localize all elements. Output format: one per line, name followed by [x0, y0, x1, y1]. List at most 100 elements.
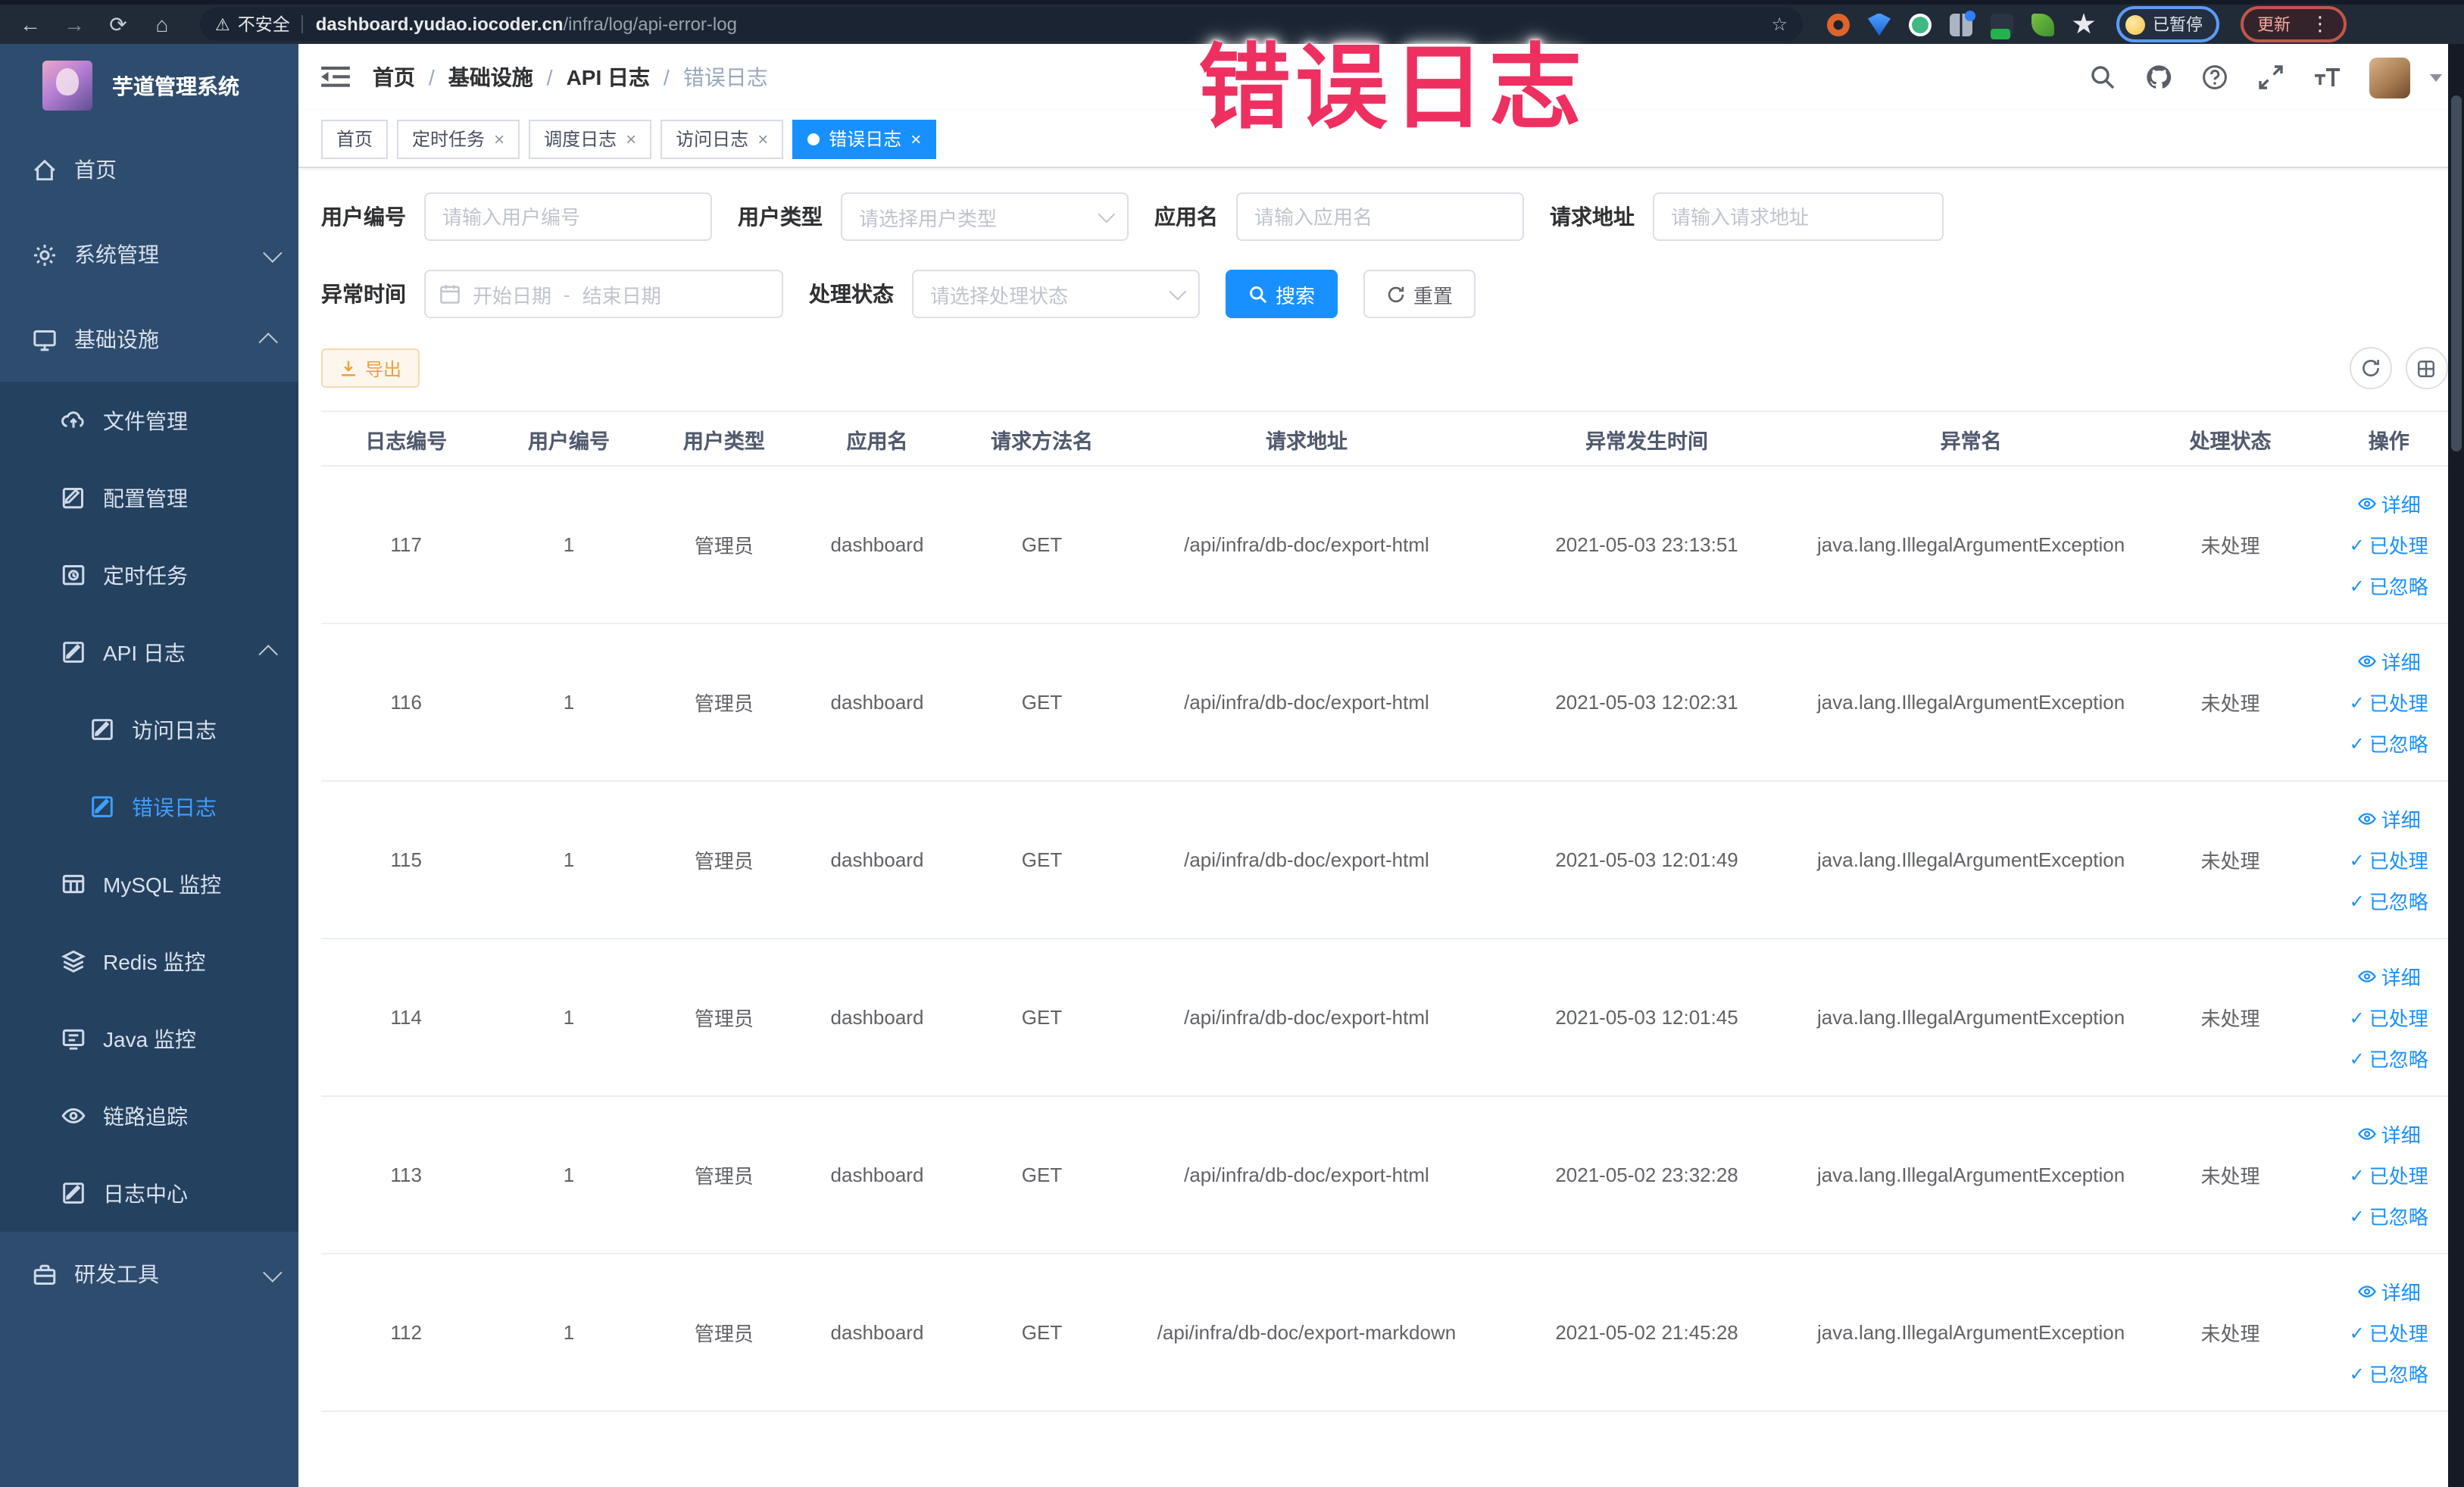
sidebar-item-trace[interactable]: 链路追踪	[0, 1077, 298, 1154]
sidebar-item-home[interactable]: 首页	[0, 127, 298, 212]
sidebar-item-scheduled-task[interactable]: 定时任务	[0, 536, 298, 614]
sidebar-item-access-log[interactable]: 访问日志	[0, 691, 298, 768]
sidebar-item-java-monitor[interactable]: Java 监控	[0, 1000, 298, 1077]
chevron-down-icon	[1098, 205, 1116, 223]
page-content: 用户编号 用户类型 请选择用户类型 应用名	[298, 168, 2464, 1487]
detail-link[interactable]: 详细	[2357, 1277, 2421, 1306]
tab-access-log[interactable]: 访问日志 ×	[661, 119, 784, 158]
eye-icon	[2357, 970, 2376, 982]
sidebar-item-config-mgmt[interactable]: 配置管理	[0, 459, 298, 536]
request-url-input[interactable]	[1653, 192, 1944, 241]
tab-error-log[interactable]: 错误日志 ×	[792, 119, 937, 158]
user-type-select[interactable]: 请选择用户类型	[841, 192, 1129, 241]
breadcrumb-api-log[interactable]: API 日志	[567, 62, 650, 92]
mark-processed-link[interactable]: ✓ 已处理	[2350, 845, 2428, 874]
sidebar-item-dev-tools[interactable]: 研发工具	[0, 1232, 298, 1317]
extension-icon-proxy-on[interactable]	[1991, 13, 2013, 39]
close-icon[interactable]: ×	[757, 130, 768, 148]
browser-home-button[interactable]: ⌂	[147, 12, 177, 36]
filter-app-name: 应用名	[1154, 192, 1524, 241]
mark-ignored-link[interactable]: ✓ 已忽略	[2350, 886, 2428, 915]
process-status-select[interactable]: 请选择处理状态	[912, 270, 1200, 318]
extension-icon-grid[interactable]	[1950, 10, 1975, 36]
extension-icon-leaf[interactable]	[2031, 13, 2054, 36]
browser-reload-button[interactable]: ⟳	[103, 11, 133, 37]
breadcrumb-infrastructure[interactable]: 基础设施	[448, 62, 533, 92]
avatar-caret-down-icon[interactable]	[2429, 73, 2441, 81]
close-icon[interactable]: ×	[494, 130, 504, 148]
table-refresh-button[interactable]	[2349, 347, 2391, 389]
layers-icon	[61, 950, 86, 973]
mark-processed-link[interactable]: ✓ 已处理	[2350, 530, 2428, 559]
mark-ignored-link[interactable]: ✓ 已忽略	[2350, 571, 2428, 600]
extension-icon-vue-devtools[interactable]	[1909, 13, 1932, 36]
check-icon: ✓	[2349, 1164, 2365, 1186]
sidebar-item-api-log[interactable]: API 日志	[0, 614, 298, 691]
detail-link[interactable]: 详细	[2357, 489, 2421, 518]
app-logo[interactable]: 芋道管理系统	[0, 44, 298, 127]
security-warning-icon[interactable]: ⚠	[215, 14, 230, 34]
mark-processed-link[interactable]: ✓ 已处理	[2350, 1161, 2428, 1189]
table-row: 114 1 管理员 dashboard GET /api/infra/db-do…	[321, 939, 2447, 1097]
search-icon[interactable]	[2088, 64, 2116, 91]
detail-link[interactable]: 详细	[2357, 804, 2421, 833]
mark-ignored-link[interactable]: ✓ 已忽略	[2350, 1359, 2428, 1388]
sidebar-item-file-mgmt[interactable]: 文件管理	[0, 382, 298, 459]
security-label[interactable]: 不安全	[238, 12, 290, 36]
column-settings-button[interactable]	[2405, 347, 2447, 389]
detail-link[interactable]: 详细	[2357, 647, 2421, 676]
mark-processed-link[interactable]: ✓ 已处理	[2350, 1318, 2428, 1347]
table-row: 113 1 管理员 dashboard GET /api/infra/db-do…	[321, 1096, 2447, 1254]
scrollbar-thumb[interactable]	[2450, 95, 2461, 451]
user-avatar[interactable]	[2369, 57, 2409, 98]
sidebar-item-infrastructure[interactable]: 基础设施	[0, 297, 298, 382]
end-date-placeholder: 结束日期	[582, 284, 661, 307]
table-row: 117 1 管理员 dashboard GET /api/infra/db-do…	[321, 466, 2447, 624]
sidebar-item-error-log[interactable]: 错误日志	[0, 768, 298, 845]
exception-time-range-picker[interactable]: 开始日期 - 结束日期	[424, 270, 783, 318]
breadcrumb-home[interactable]: 首页	[373, 62, 415, 92]
sidebar-fold-icon[interactable]	[321, 64, 350, 90]
help-icon[interactable]	[2200, 64, 2228, 91]
search-button[interactable]: 搜索	[1226, 270, 1338, 318]
extension-icon-shield[interactable]	[1868, 13, 1891, 36]
mark-ignored-link[interactable]: ✓ 已忽略	[2350, 1201, 2428, 1230]
col-log-id: 日志编号	[321, 411, 492, 467]
tab-scheduled-task[interactable]: 定时任务 ×	[397, 119, 520, 158]
close-icon[interactable]: ×	[910, 130, 921, 148]
doc-edit-icon	[92, 719, 113, 740]
mark-processed-link[interactable]: ✓ 已处理	[2350, 688, 2428, 717]
browser-forward-button[interactable]: →	[59, 12, 89, 36]
detail-link[interactable]: 详细	[2357, 1120, 2421, 1148]
font-size-icon[interactable]	[2313, 64, 2340, 91]
close-icon[interactable]: ×	[626, 130, 636, 148]
reset-button[interactable]: 重置	[1363, 270, 1476, 318]
tab-schedule-log[interactable]: 调度日志 ×	[529, 119, 652, 158]
browser-back-button[interactable]: ←	[15, 12, 45, 36]
sidebar-item-redis-monitor[interactable]: Redis 监控	[0, 923, 298, 1000]
sidebar-item-system-mgmt[interactable]: 系统管理	[0, 212, 298, 297]
eye-icon	[2357, 1128, 2376, 1140]
export-button[interactable]: 导出	[321, 348, 420, 388]
tab-home[interactable]: 首页	[321, 119, 389, 158]
mark-ignored-link[interactable]: ✓ 已忽略	[2350, 729, 2428, 758]
paused-badge[interactable]: 已暂停	[2116, 6, 2219, 42]
sidebar-item-mysql-monitor[interactable]: MySQL 监控	[0, 845, 298, 923]
filter-user-type: 用户类型 请选择用户类型	[738, 192, 1129, 241]
fullscreen-icon[interactable]	[2256, 64, 2284, 91]
mark-ignored-link[interactable]: ✓ 已忽略	[2350, 1044, 2428, 1073]
browser-update-button[interactable]: 更新 ⋮	[2241, 6, 2347, 42]
user-id-input[interactable]	[424, 192, 712, 241]
calendar-icon	[440, 285, 460, 304]
extension-icon-orange[interactable]	[1827, 13, 1850, 36]
sidebar-item-log-center[interactable]: 日志中心	[0, 1154, 298, 1232]
bookmark-star-icon[interactable]: ☆	[1771, 14, 1788, 35]
mark-processed-link[interactable]: ✓ 已处理	[2350, 1003, 2428, 1032]
app-name-input[interactable]	[1236, 192, 1524, 241]
detail-link[interactable]: 详细	[2357, 962, 2421, 991]
extensions-puzzle-icon[interactable]	[2072, 13, 2095, 34]
github-icon[interactable]	[2144, 64, 2172, 91]
browser-menu-kebab-icon[interactable]: ⋮	[2310, 12, 2330, 36]
check-icon: ✓	[2349, 534, 2365, 555]
page-scrollbar[interactable]	[2447, 44, 2464, 1487]
